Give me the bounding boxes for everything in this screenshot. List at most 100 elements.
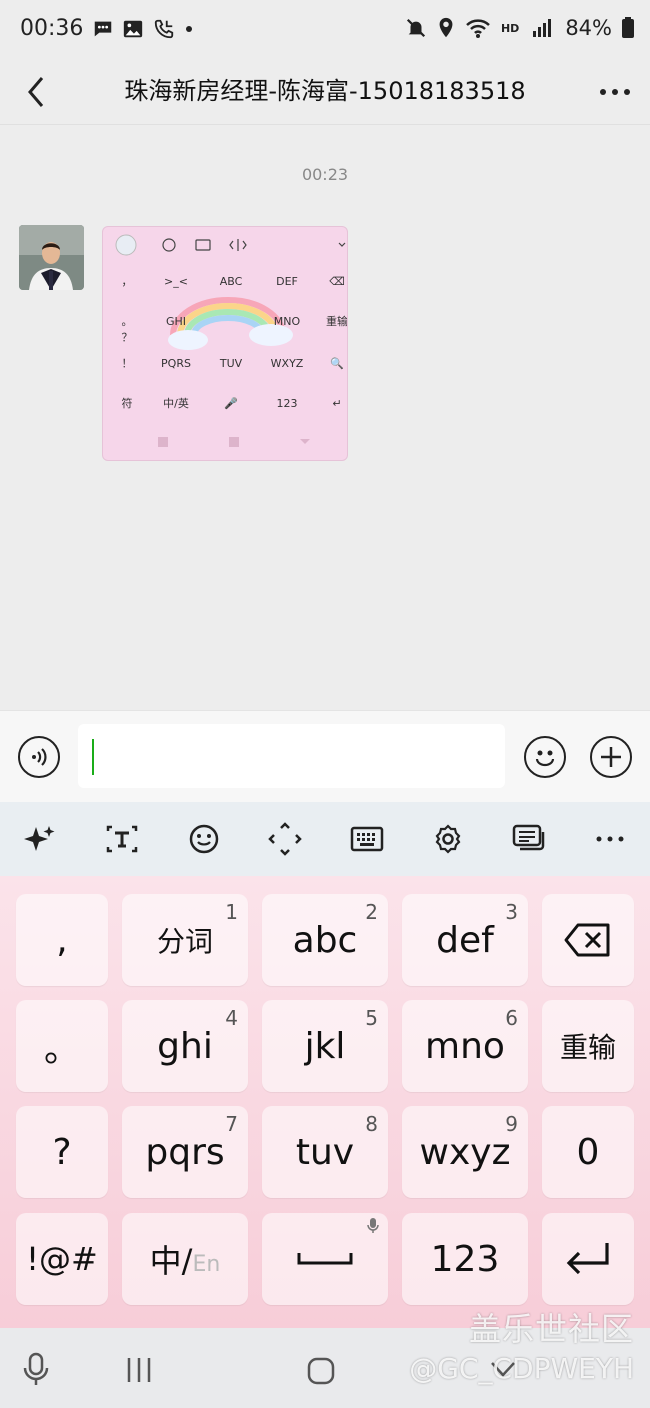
message-input[interactable] xyxy=(78,724,505,788)
numbers-key-label: 123 xyxy=(430,1238,500,1280)
emoji-button[interactable] xyxy=(524,736,566,778)
keyboard-icon[interactable] xyxy=(350,825,384,853)
mini-key-label: TUV xyxy=(219,357,243,370)
key-6-num: 6 xyxy=(505,1006,518,1030)
key-9-num: 9 xyxy=(505,1112,518,1136)
system-status-icons: HD 84% xyxy=(405,16,634,40)
signal-icon xyxy=(533,19,552,37)
key-1-label: 分词 xyxy=(156,925,213,958)
mini-key-label: ， xyxy=(122,275,133,288)
key-1-segment[interactable]: 分词 1 xyxy=(122,894,248,986)
location-icon xyxy=(439,17,453,38)
settings-gear-icon[interactable] xyxy=(432,823,464,855)
mini-key-label: ABC xyxy=(220,275,243,288)
lang-sub-label: En xyxy=(192,1251,221,1277)
more-horizontal-icon[interactable] xyxy=(594,823,626,855)
watermark-handle: @GC_CDPWEYH xyxy=(409,1352,634,1385)
ai-sparkle-icon[interactable] xyxy=(24,823,56,855)
keyboard-toolbar xyxy=(0,802,650,876)
key-8-num: 8 xyxy=(365,1112,378,1136)
key-5-num: 5 xyxy=(365,1006,378,1030)
key-4-num: 4 xyxy=(225,1006,238,1030)
key-2-num: 2 xyxy=(365,900,378,924)
home-icon[interactable] xyxy=(306,1356,336,1386)
clipboard-icon[interactable] xyxy=(512,823,546,855)
key-5-label: jkl xyxy=(304,1025,346,1067)
add-button[interactable] xyxy=(590,736,632,778)
key-6-label: mno xyxy=(425,1025,505,1067)
mini-key-label: >_< xyxy=(164,275,188,288)
language-switch-key[interactable]: 中/En xyxy=(122,1213,248,1305)
key-2-label: abc xyxy=(292,919,358,961)
voice-toggle-button[interactable] xyxy=(18,736,60,778)
image-message[interactable]: ， >_< ABC DEF ⌫ 。 GHI MNO 重输 ？ ！ PQRS TUV WXYZ 🔍 符 中/英 🎤 1… xyxy=(102,226,348,461)
microphone-icon[interactable] xyxy=(22,1352,50,1388)
person-photo-icon xyxy=(19,225,84,290)
emoji-icon xyxy=(535,750,555,767)
move-cursor-icon[interactable] xyxy=(268,822,302,856)
chat-header: 珠海新房经理-陈海富-15018183518 xyxy=(0,62,650,125)
key-1-num: 1 xyxy=(225,900,238,924)
key-period[interactable]: 。 xyxy=(16,1000,108,1092)
key-7-pqrs[interactable]: pqrs 7 xyxy=(122,1106,248,1198)
mini-key-label: DEF xyxy=(276,275,298,288)
mini-key-label: 中/英 xyxy=(163,396,189,410)
mini-key-label: ？ xyxy=(122,331,133,344)
key-9-wxyz[interactable]: wxyz 9 xyxy=(402,1106,528,1198)
wifi-icon xyxy=(466,19,490,38)
reset-key[interactable]: 重输 xyxy=(542,1000,634,1092)
key-3-num: 3 xyxy=(505,900,518,924)
enter-key[interactable] xyxy=(542,1213,634,1305)
more-button[interactable] xyxy=(598,70,632,118)
key-question[interactable]: ? xyxy=(16,1106,108,1198)
text-edit-icon[interactable] xyxy=(104,823,140,855)
lang-main-label: 中/ xyxy=(149,1242,193,1280)
missed-call-icon xyxy=(154,19,174,39)
key-0[interactable]: 0 xyxy=(542,1106,634,1198)
key-4-ghi[interactable]: ghi 4 xyxy=(122,1000,248,1092)
key-6-mno[interactable]: mno 6 xyxy=(402,1000,528,1092)
key-4-label: ghi xyxy=(157,1025,213,1067)
key-symbols-label: !@# xyxy=(26,1240,98,1278)
key-symbols[interactable]: !@# xyxy=(16,1213,108,1305)
gallery-notification-icon xyxy=(123,20,143,38)
emoji-toolbar-icon[interactable] xyxy=(188,823,220,855)
keyboard-screenshot: ， >_< ABC DEF ⌫ 。 GHI MNO 重输 ？ ！ PQRS TUV WXYZ 🔍 符 中/英 🎤 1… xyxy=(115,234,347,447)
numbers-key[interactable]: 123 xyxy=(402,1213,528,1305)
key-comma[interactable]: , xyxy=(16,894,108,986)
voice-waves-icon xyxy=(32,748,47,766)
key-5-jkl[interactable]: jkl 5 xyxy=(262,1000,388,1092)
key-8-tuv[interactable]: tuv 8 xyxy=(262,1106,388,1198)
mini-key-label: 重输 xyxy=(326,314,347,328)
mini-key-label: 。 xyxy=(122,315,133,328)
mini-key-label: ！ xyxy=(122,357,133,370)
key-3-label: def xyxy=(436,919,494,961)
plus-icon xyxy=(601,747,621,767)
mini-key-label: 123 xyxy=(277,397,298,410)
mini-key-label: MNO xyxy=(274,315,301,328)
mini-key-label: 🎤 xyxy=(224,396,238,410)
status-time: 00:36 xyxy=(20,16,84,41)
mini-key-label: 🔍 xyxy=(330,356,344,370)
key-0-label: 0 xyxy=(576,1131,600,1173)
text-caret xyxy=(92,739,94,775)
backspace-icon xyxy=(564,923,610,957)
recent-apps-icon[interactable] xyxy=(124,1356,154,1384)
battery-icon xyxy=(622,17,634,38)
mute-icon xyxy=(406,18,426,38)
reset-key-label: 重输 xyxy=(559,1031,616,1064)
chat-title: 珠海新房经理-陈海富-15018183518 xyxy=(124,77,526,105)
hd-label: HD xyxy=(500,21,520,35)
key-8-label: tuv xyxy=(295,1131,355,1173)
mini-key-label: WXYZ xyxy=(271,357,304,370)
dot-icon xyxy=(186,26,192,32)
avatar[interactable] xyxy=(19,225,84,290)
backspace-key[interactable] xyxy=(542,894,634,986)
input-bar xyxy=(0,710,650,803)
battery-percent: 84% xyxy=(565,16,612,40)
status-bar: 00:36 HD 84% xyxy=(0,0,650,62)
key-3-def[interactable]: def 3 xyxy=(402,894,528,986)
key-period-label: 。 xyxy=(43,1029,80,1070)
space-key[interactable] xyxy=(262,1213,388,1305)
key-2-abc[interactable]: abc 2 xyxy=(262,894,388,986)
